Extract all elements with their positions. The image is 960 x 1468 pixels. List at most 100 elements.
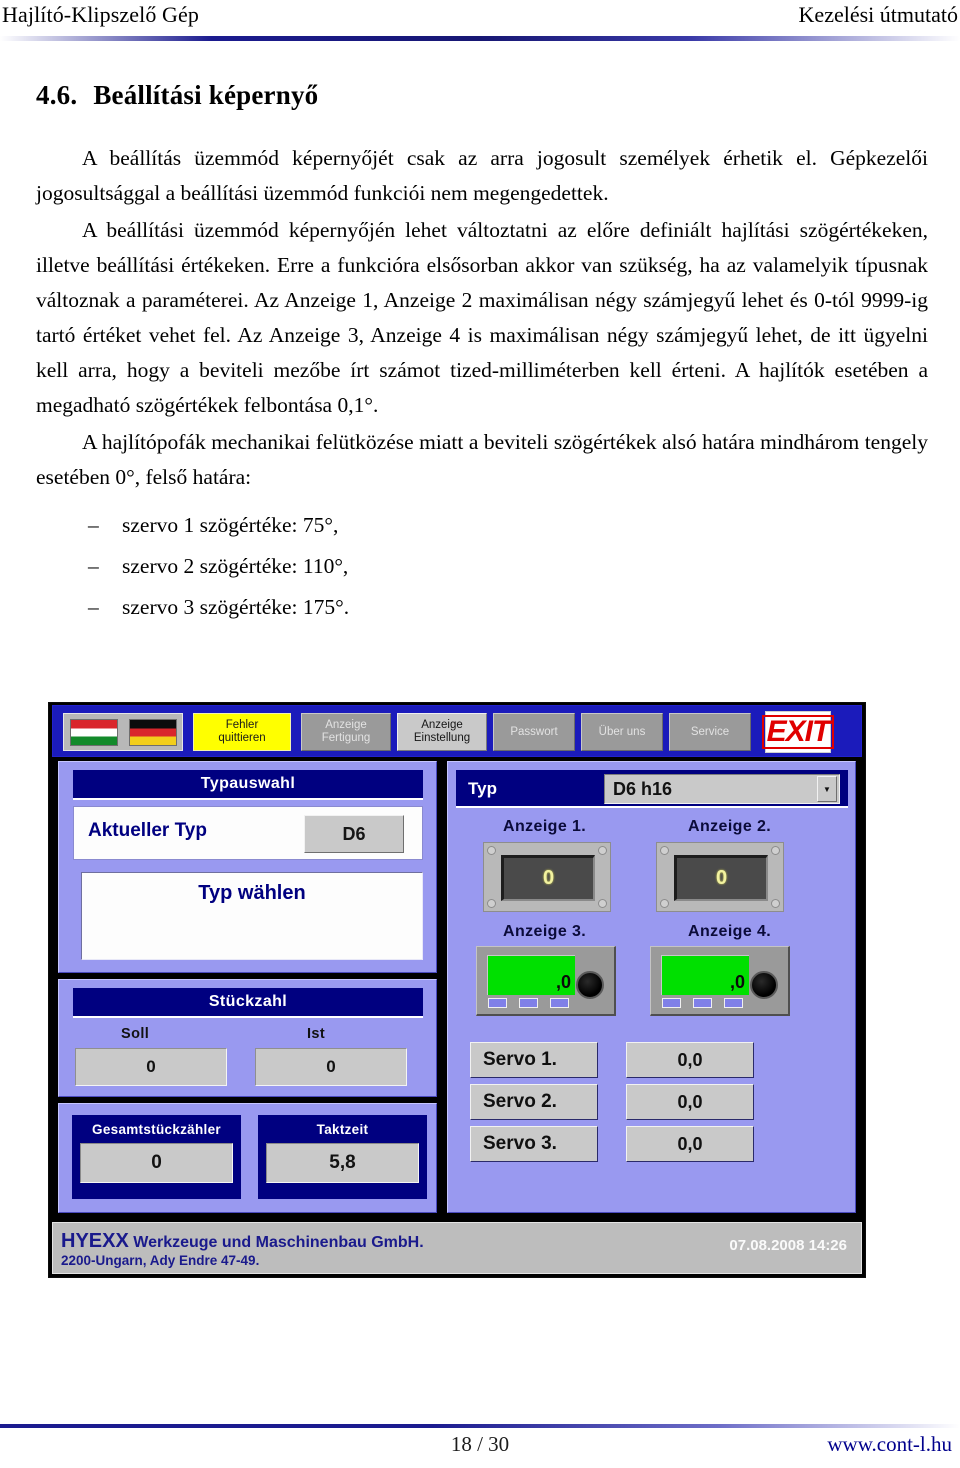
typ-label: Typ <box>468 779 497 798</box>
aktueller-typ-row: Aktueller Typ D6 <box>73 806 423 860</box>
anzeige3-button-3[interactable] <box>550 998 569 1008</box>
paragraph-3: A hajlítópofák mechanikai felütközése mi… <box>36 430 928 489</box>
page-header: Hajlító-Klipszelő Gép Kezelési útmutató <box>0 0 960 46</box>
anzeige4-button-1[interactable] <box>662 998 681 1008</box>
list-dash: – <box>88 554 99 578</box>
servo3-label: Servo 3. <box>470 1126 598 1162</box>
header-title-right: Kezelési útmutató <box>798 2 958 27</box>
footer-url: www.cont-l.hu <box>827 1432 952 1456</box>
typ-waehlen-listbox[interactable]: Typ wählen <box>81 872 423 960</box>
list-item: – szervo 1 szögértéke: 75°, <box>36 505 928 546</box>
anzeige4-value: ,0 <box>729 972 745 992</box>
exit-button[interactable]: EXIT <box>761 711 835 753</box>
list-dash: – <box>88 595 99 619</box>
header-title-left: Hajlító-Klipszelő Gép <box>2 2 199 27</box>
page-footer: 18 / 30 www.cont-l.hu <box>0 1402 960 1468</box>
paragraph-2: A beállítási üzemmód képernyőjén lehet v… <box>36 218 928 417</box>
chevron-down-icon[interactable]: ▼ <box>817 776 837 802</box>
anzeige4-button-2[interactable] <box>693 998 712 1008</box>
company-address: 2200-Ungarn, Ady Endre 47-49. <box>61 1253 260 1268</box>
hmi-main-area: Typauswahl Aktueller Typ D6 Typ wählen S… <box>52 761 862 1216</box>
germany-flag-icon[interactable] <box>128 718 177 746</box>
typ-dropdown-value: D6 h16 <box>613 778 673 799</box>
footer-divider-rule <box>0 1424 960 1428</box>
stuckzahl-title: Stückzahl <box>73 988 423 1018</box>
anzeige3-button-1[interactable] <box>488 998 507 1008</box>
anzeige1-label: Anzeige 1. <box>503 818 587 835</box>
taktzeit-label: Taktzeit <box>316 1122 369 1137</box>
anzeige3-button-2[interactable] <box>519 998 538 1008</box>
header-divider-rule <box>0 36 960 41</box>
section-title-text: Beállítási képernyő <box>93 80 319 110</box>
list-item-text: szervo 2 szögértéke: 110°, <box>122 554 349 578</box>
anzeige3-value: ,0 <box>555 972 571 992</box>
typauswahl-title: Typauswahl <box>73 770 423 800</box>
settings-panel: Typ D6 h16 ▼ Anzeige 1. Anzeige 2. 0 0 A… <box>447 761 856 1213</box>
typ-dropdown[interactable]: D6 h16 ▼ <box>604 774 840 804</box>
hungary-flag-icon[interactable] <box>69 718 118 746</box>
screw-icon <box>771 899 780 908</box>
taktzeit-value: 5,8 <box>266 1143 419 1183</box>
soll-value-field[interactable]: 0 <box>75 1048 227 1086</box>
screw-icon <box>598 899 607 908</box>
stuckzahl-panel: Stückzahl Soll Ist 0 0 <box>58 979 437 1097</box>
anzeige3-display[interactable]: ,0 <box>476 946 616 1016</box>
gesamtstueckzaehler-value: 0 <box>80 1143 233 1183</box>
anzeige4-lcd: ,0 <box>661 955 749 995</box>
status-datetime: 07.08.2008 14:26 <box>729 1237 847 1254</box>
servo1-value[interactable]: 0,0 <box>626 1042 754 1078</box>
hmi-toolbar: Fehler quittieren Anzeige Fertigung Anze… <box>52 705 862 757</box>
service-button[interactable]: Service <box>669 713 751 751</box>
soll-label: Soll <box>121 1026 150 1042</box>
servo1-label: Servo 1. <box>470 1042 598 1078</box>
list-item: – szervo 2 szögértéke: 110°, <box>36 546 928 587</box>
screw-icon <box>660 899 669 908</box>
anzeige1-display[interactable]: 0 <box>483 842 611 912</box>
anzeige2-label: Anzeige 2. <box>688 818 772 835</box>
servo3-value[interactable]: 0,0 <box>626 1126 754 1162</box>
servo2-value[interactable]: 0,0 <box>626 1084 754 1120</box>
section-number: 4.6. <box>36 80 78 110</box>
ist-value-field: 0 <box>255 1048 407 1086</box>
aktueller-typ-value[interactable]: D6 <box>304 815 404 853</box>
anzeige4-knob[interactable] <box>750 971 778 999</box>
screw-icon <box>598 846 607 855</box>
typauswahl-panel: Typauswahl Aktueller Typ D6 Typ wählen <box>58 761 437 973</box>
ist-label: Ist <box>307 1026 326 1042</box>
screw-icon <box>771 846 780 855</box>
company-name: HYEXX Werkzeuge und Maschinenbau GmbH. <box>61 1230 424 1253</box>
page-title: 4.6. Beállítási képernyő <box>36 80 928 111</box>
typ-waehlen-label: Typ wählen <box>198 882 306 904</box>
anzeige2-screen: 0 <box>674 855 768 901</box>
company-brand: HYEXX <box>61 1230 129 1252</box>
anzeige4-label: Anzeige 4. <box>688 923 772 940</box>
fehler-quittieren-button[interactable]: Fehler quittieren <box>193 713 291 751</box>
anzeige2-display[interactable]: 0 <box>656 842 784 912</box>
anzeige1-value: 0 <box>542 867 555 889</box>
hmi-screenshot-figure: Fehler quittieren Anzeige Fertigung Anze… <box>48 702 866 1278</box>
screw-icon <box>660 846 669 855</box>
list-item-text: szervo 1 szögértéke: 75°, <box>122 513 339 537</box>
anzeige4-display[interactable]: ,0 <box>650 946 790 1016</box>
servo-limits-list: – szervo 1 szögértéke: 75°, – szervo 2 szö… <box>36 505 928 628</box>
anzeige4-button-3[interactable] <box>724 998 743 1008</box>
ueber-uns-button[interactable]: Über uns <box>581 713 663 751</box>
exit-label: EXIT <box>761 715 835 749</box>
list-dash: – <box>88 513 99 537</box>
passwort-button[interactable]: Passwort <box>493 713 575 751</box>
taktzeit-box: Taktzeit 5,8 <box>255 1112 430 1202</box>
anzeige3-knob[interactable] <box>576 971 604 999</box>
paragraph-1: A beállítás üzemmód képernyőjét csak az … <box>36 146 928 205</box>
anzeige-fertigung-button[interactable]: Anzeige Fertigung <box>301 713 391 751</box>
counters-panel: Gesamtstückzähler 0 Taktzeit 5,8 <box>58 1103 437 1213</box>
anzeige3-lcd: ,0 <box>487 955 575 995</box>
anzeige3-label: Anzeige 3. <box>503 923 587 940</box>
language-selector[interactable] <box>63 713 183 751</box>
document-content: 4.6. Beállítási képernyő A beállítás üzem… <box>36 80 928 628</box>
page-number: 18 / 30 <box>450 1432 510 1456</box>
anzeige2-value: 0 <box>715 867 728 889</box>
anzeige-einstellung-button[interactable]: Anzeige Einstellung <box>397 713 487 751</box>
screw-icon <box>487 899 496 908</box>
list-item-text: szervo 3 szögértéke: 175°. <box>122 595 350 619</box>
typ-header-bar: Typ D6 h16 ▼ <box>456 770 848 808</box>
